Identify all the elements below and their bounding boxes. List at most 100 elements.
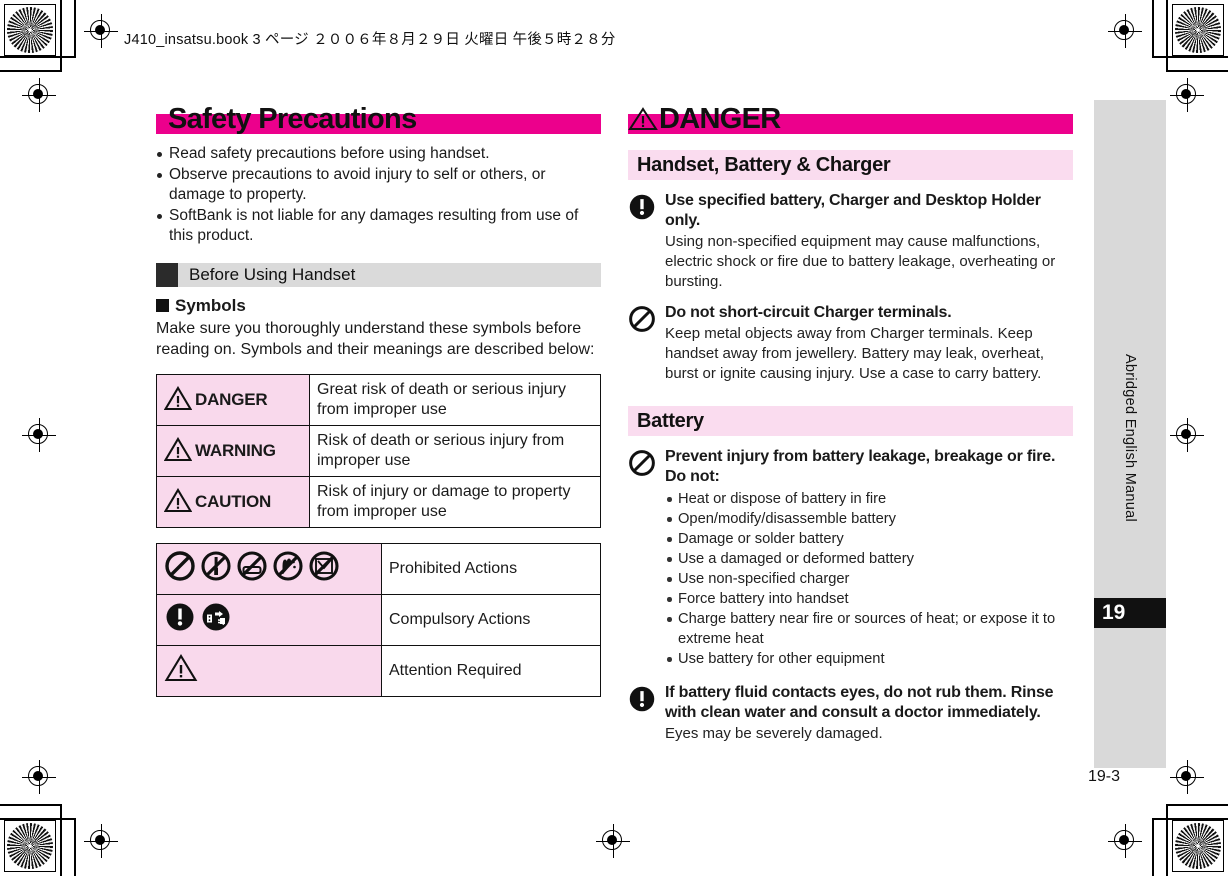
- list-item: Open/modify/disassemble battery: [665, 509, 1073, 529]
- warning-triangle-icon: [164, 653, 198, 688]
- safety-item-body: If battery fluid contacts eyes, do not r…: [665, 683, 1073, 744]
- table-row: Compulsory Actions: [156, 593, 601, 646]
- list-item: Read safety precautions before using han…: [156, 144, 601, 165]
- warning-triangle-icon: [164, 386, 192, 413]
- table-row: WARNING Risk of death or serious injury …: [156, 424, 601, 477]
- safety-item-heading: Use specified battery, Charger and Deskt…: [665, 192, 1041, 229]
- list-item: Damage or solder battery: [665, 529, 1073, 549]
- registration-mark: [1108, 824, 1142, 858]
- symbol-meanings-table: Prohibited Actions Compulsory Actions At…: [156, 542, 601, 697]
- symbol-icons-cell: [156, 593, 382, 646]
- crop-line: [0, 804, 62, 806]
- section-heading-label: Before Using Handset: [189, 264, 356, 284]
- safety-item-text: Keep metal objects away from Charger ter…: [665, 325, 1045, 382]
- table-row: DANGER Great risk of death or serious in…: [156, 373, 601, 426]
- crop-line: [1152, 56, 1228, 58]
- no-disassemble-icon: [200, 550, 232, 587]
- safety-item-bullet-list: Heat or dispose of battery in fire Open/…: [665, 489, 1073, 669]
- warning-triangle-icon: [628, 104, 658, 134]
- crop-line: [1152, 0, 1154, 58]
- severity-levels-table: DANGER Great risk of death or serious in…: [156, 373, 601, 528]
- crop-line: [1166, 804, 1228, 806]
- no-bath-icon: [236, 550, 268, 587]
- table-row: Prohibited Actions: [156, 542, 601, 595]
- safety-item: Use specified battery, Charger and Deskt…: [628, 191, 1073, 292]
- no-liquid-icon: [308, 550, 340, 587]
- registration-mark: [84, 14, 118, 48]
- severity-level-cell: WARNING: [156, 424, 310, 477]
- prohibited-icon: [628, 447, 657, 669]
- safety-item: Do not short-circuit Charger terminals. …: [628, 303, 1073, 384]
- list-item: Heat or dispose of battery in fire: [665, 489, 1073, 509]
- severity-level-cell: DANGER: [156, 373, 310, 426]
- safety-item-text: Eyes may be severely damaged.: [665, 725, 883, 742]
- intro-bullet-list: Read safety precautions before using han…: [156, 144, 601, 247]
- registration-mark: [22, 418, 56, 452]
- registration-mark: [596, 824, 630, 858]
- safety-item-body: Do not short-circuit Charger terminals. …: [665, 303, 1073, 384]
- registration-mark: [1108, 14, 1142, 48]
- prohibited-icon: [164, 550, 196, 587]
- chapter-number-badge: 19: [1094, 598, 1166, 628]
- crop-line: [74, 0, 76, 58]
- safety-item: Prevent injury from battery leakage, bre…: [628, 447, 1073, 669]
- crop-line: [0, 70, 62, 72]
- compulsory-icon: [628, 191, 657, 292]
- safety-item-body: Use specified battery, Charger and Deskt…: [665, 191, 1073, 292]
- safety-item-heading: Prevent injury from battery leakage, bre…: [665, 448, 1056, 485]
- crop-line: [60, 804, 62, 876]
- section-heading-handset-battery-charger: Handset, Battery & Charger: [628, 150, 1073, 180]
- safety-item-body: Prevent injury from battery leakage, bre…: [665, 447, 1073, 669]
- right-column: DANGER Handset, Battery & Charger Use sp…: [628, 104, 1073, 744]
- siemens-star-icon: [1175, 7, 1221, 53]
- section-heading-label: Battery: [637, 409, 704, 432]
- symbol-meaning-cell: Prohibited Actions: [381, 542, 601, 595]
- symbol-icons-cell: [156, 644, 382, 697]
- list-item: Force battery into handset: [665, 589, 1073, 609]
- severity-level-label: CAUTION: [195, 491, 272, 511]
- safety-item-heading: If battery fluid contacts eyes, do not r…: [665, 684, 1054, 721]
- section-heading-before-using-handset: Before Using Handset: [156, 262, 601, 287]
- crop-line: [1152, 818, 1154, 876]
- registration-mark: [1170, 760, 1204, 794]
- section-heading-battery: Battery: [628, 406, 1073, 436]
- file-timestamp-header: J410_insatsu.book 3 ページ ２００６年８月２９日 火曜日 午…: [124, 32, 616, 48]
- list-item: Observe precautions to avoid injury to s…: [156, 165, 601, 206]
- crop-line: [60, 0, 62, 72]
- square-bullet-icon: [156, 299, 169, 312]
- severity-desc-cell: Risk of injury or damage to property fro…: [309, 475, 601, 528]
- symbols-intro-paragraph: Make sure you thoroughly understand thes…: [156, 319, 595, 358]
- list-item: Use non-specified charger: [665, 569, 1073, 589]
- list-item: Use battery for other equipment: [665, 649, 1073, 669]
- symbol-meaning-cell: Compulsory Actions: [381, 593, 601, 646]
- no-wet-hands-icon: [272, 550, 304, 587]
- manual-label: Abridged English Manual: [1122, 353, 1138, 523]
- sub-heading-label: Symbols: [175, 295, 246, 315]
- registration-mark: [22, 760, 56, 794]
- severity-desc-cell: Risk of death or serious injury from imp…: [309, 424, 601, 477]
- symbol-meaning-cell: Attention Required: [381, 644, 601, 697]
- severity-desc-cell: Great risk of death or serious injury fr…: [309, 373, 601, 426]
- severity-level-label: WARNING: [195, 440, 276, 460]
- danger-title-label: DANGER: [659, 103, 781, 135]
- registration-mark: [1170, 418, 1204, 452]
- table-row: Attention Required: [156, 644, 601, 697]
- safety-item-heading: Do not short-circuit Charger terminals.: [665, 304, 952, 321]
- safety-item-text: Using non-specified equipment may cause …: [665, 233, 1056, 290]
- list-item: Charge battery near fire or sources of h…: [665, 609, 1073, 649]
- side-tab: Abridged English Manual 19: [1094, 100, 1166, 768]
- warning-triangle-icon: [164, 488, 192, 515]
- compulsory-icon: [164, 601, 196, 638]
- list-item: SoftBank is not liable for any damages r…: [156, 206, 601, 247]
- danger-title-row: DANGER: [628, 104, 1073, 134]
- crop-line: [74, 818, 76, 876]
- registration-mark: [84, 824, 118, 858]
- danger-banner: DANGER: [628, 104, 1073, 134]
- siemens-star-icon: [1175, 823, 1221, 869]
- registration-mark: [1170, 78, 1204, 112]
- list-item: Use a damaged or deformed battery: [665, 549, 1073, 569]
- crop-line: [0, 56, 76, 58]
- safety-precautions-banner: Safety Precautions: [156, 104, 601, 134]
- registration-mark: [22, 78, 56, 112]
- sub-heading-symbols: Symbols: [156, 296, 601, 316]
